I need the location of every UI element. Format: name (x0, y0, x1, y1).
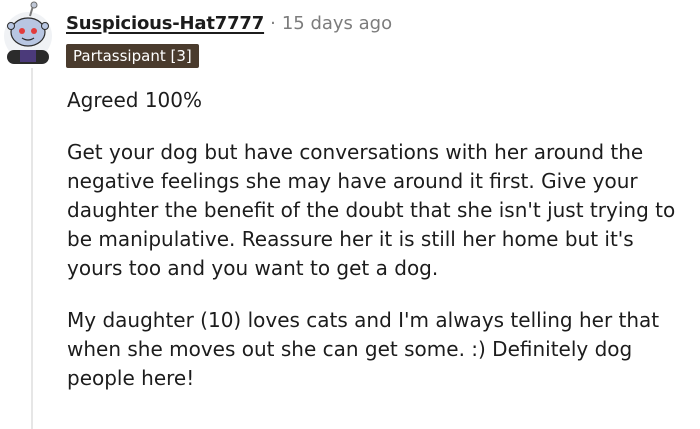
user-flair: Partassipant [3] (66, 44, 199, 68)
thread-line[interactable] (31, 68, 33, 429)
snoo-avatar-icon[interactable] (0, 0, 56, 64)
meta-separator: · (270, 12, 276, 34)
comment-paragraph: Agreed 100% (67, 88, 202, 112)
comment-paragraph: My daughter (10) loves cats and I'm alwa… (67, 308, 660, 390)
posted-age[interactable]: 15 days ago (282, 13, 392, 34)
comment-meta: Suspicious-Hat7777 · 15 days ago (66, 10, 392, 36)
comment-paragraph: Get your dog but have conversations with… (67, 140, 676, 280)
comment: Suspicious-Hat7777 · 15 days ago Partass… (0, 0, 700, 429)
username-link[interactable]: Suspicious-Hat7777 (66, 13, 264, 34)
comment-body: Agreed 100% Get your dog but have conver… (67, 86, 693, 416)
